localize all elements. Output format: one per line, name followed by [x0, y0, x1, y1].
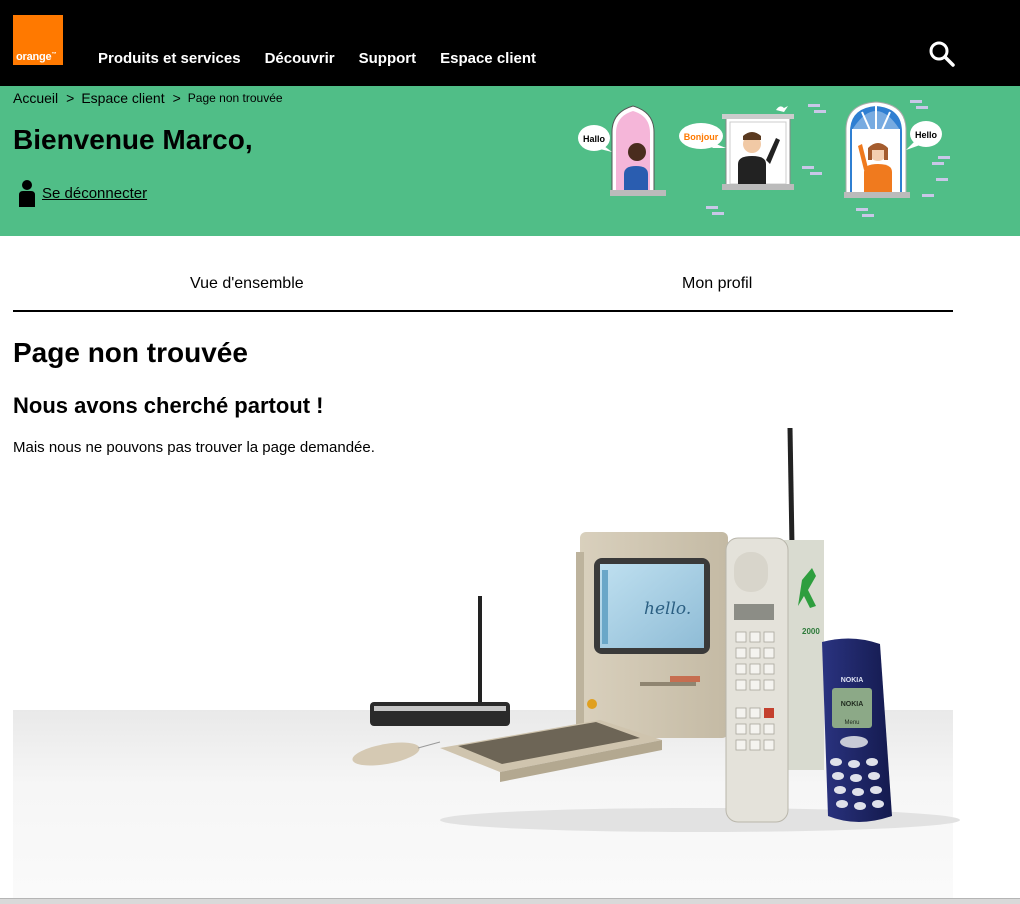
breadcrumb-current: Page non trouvée [187, 91, 283, 105]
nav-decouvrir[interactable]: Découvrir [265, 50, 335, 67]
breadcrumb: Accueil > Espace client > Page non trouv… [13, 90, 283, 106]
pole-label: 2000 [802, 627, 820, 636]
search-icon[interactable] [928, 40, 956, 68]
tab-vue-ensemble[interactable]: Vue d'ensemble [190, 275, 304, 293]
bubble-hello: Hello [915, 130, 938, 140]
nav-espace-client[interactable]: Espace client [440, 50, 536, 67]
page-subtitle: Nous avons cherché partout ! [13, 393, 324, 418]
logout-link[interactable]: Se déconnecter [18, 179, 147, 207]
nav-produits-et-services[interactable]: Produits et services [98, 50, 241, 67]
breadcrumb-separator: > [172, 90, 181, 106]
windows-greeting-illustration: Hallo Bonjour Hello [578, 100, 950, 217]
account-tabs: Vue d'ensemble Mon profil [13, 236, 953, 312]
top-navigation-bar: orange™ Produits et services Découvrir S… [0, 0, 1020, 86]
orange-logo[interactable]: orange™ [13, 15, 63, 65]
breadcrumb-accueil[interactable]: Accueil [13, 90, 58, 106]
error-message: Mais nous ne pouvons pas trouver la page… [13, 439, 375, 456]
nokia-screen-text: NOKIA [841, 701, 864, 708]
mac-screen-text: hello. [644, 599, 691, 619]
user-icon [19, 180, 35, 207]
breadcrumb-espace-client[interactable]: Espace client [81, 90, 164, 106]
nav-support[interactable]: Support [359, 50, 417, 67]
main-nav: Produits et services Découvrir Support E… [98, 50, 536, 67]
logo-text: orange™ [16, 51, 57, 63]
welcome-heading: Bienvenue Marco, [13, 124, 253, 155]
bubble-hallo: Hallo [583, 134, 606, 144]
page-title: Page non trouvée [13, 337, 248, 368]
nokia-menu-text: Menu [844, 720, 859, 726]
nokia-brand: NOKIA [841, 677, 864, 684]
bubble-bonjour: Bonjour [684, 132, 719, 142]
logout-label: Se déconnecter [42, 184, 148, 202]
breadcrumb-separator: > [66, 90, 75, 106]
welcome-banner: Accueil > Espace client > Page non trouv… [0, 86, 1020, 236]
tab-mon-profil[interactable]: Mon profil [682, 275, 752, 293]
vintage-devices-illustration: hello. 2000 NOKIA NOKIA Menu [352, 427, 960, 832]
window-bottom-edge [0, 898, 1020, 904]
